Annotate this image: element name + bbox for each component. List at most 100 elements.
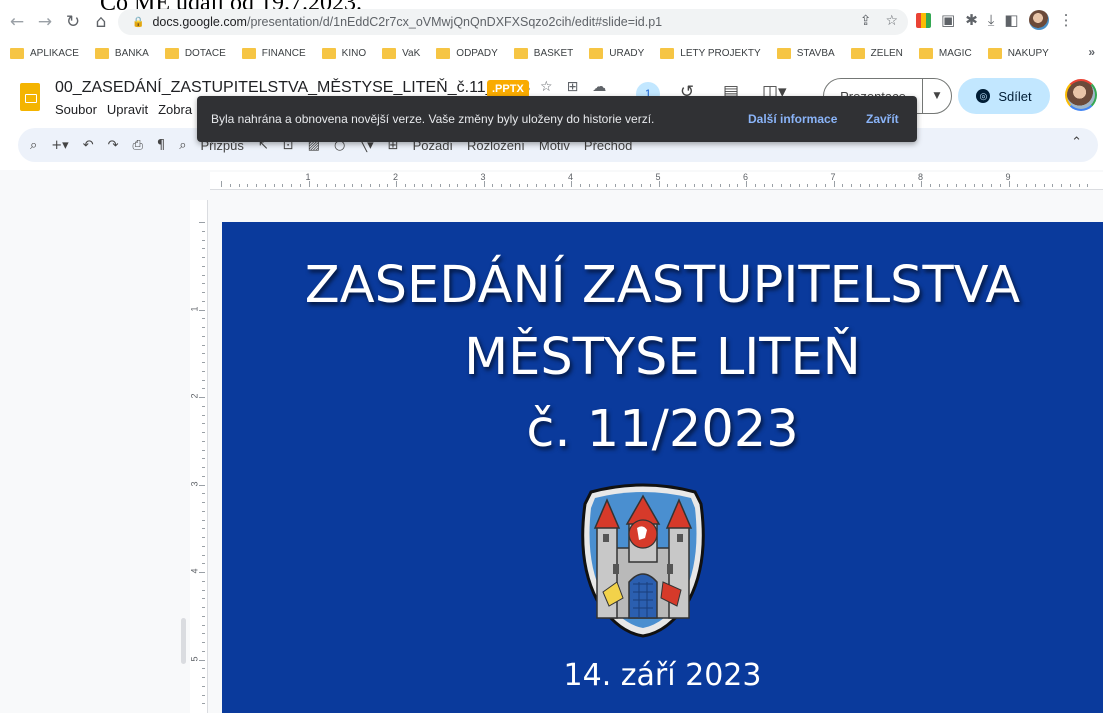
redo-icon[interactable]: ↷ xyxy=(108,138,119,153)
ruler-tick xyxy=(202,528,205,530)
ruler-number: 5 xyxy=(655,172,661,182)
ruler-tick xyxy=(202,633,205,635)
bookmark-folder[interactable]: MAGIC xyxy=(918,47,972,59)
notification-message: Byla nahrána a obnovena novější verze. V… xyxy=(211,112,655,126)
search-icon[interactable]: ⌕ xyxy=(30,138,37,153)
filmstrip-scrollbar[interactable] xyxy=(181,618,186,664)
ruler-tick xyxy=(326,184,327,187)
bookmark-folder[interactable]: FINANCE xyxy=(241,47,306,59)
ruler-tick xyxy=(343,184,345,187)
ruler-tick xyxy=(1087,184,1089,187)
ruler-tick xyxy=(938,184,940,187)
ruler-tick xyxy=(737,184,739,187)
ruler-tick xyxy=(964,184,966,187)
bookmarks-bar: APLIKACE BANKA DOTACE FINANCE KINO VaK ODPADY B… xyxy=(0,43,1103,63)
ruler-tick xyxy=(202,327,205,328)
browser-toolbar: ← → ↻ ⌂ 🔒 docs.google.com/presentation/d… xyxy=(0,7,1103,37)
collapse-toolbar-icon[interactable]: ⌃ xyxy=(1071,135,1082,150)
bookmark-folder[interactable]: BANKA xyxy=(94,47,149,59)
ruler-tick xyxy=(202,598,205,600)
folder-icon xyxy=(850,47,865,59)
bookmark-folder[interactable]: KINO xyxy=(321,47,366,59)
download-icon[interactable]: ⤓ xyxy=(988,11,995,29)
ruler-tick xyxy=(202,362,205,363)
ruler-tick xyxy=(912,184,914,187)
share-button[interactable]: ◎ Sdílet xyxy=(958,78,1050,114)
move-folder-icon[interactable]: ⊞ xyxy=(567,79,579,95)
lock-icon: 🔒 xyxy=(132,16,145,28)
menu-item[interactable]: Zobra xyxy=(158,102,192,117)
share-label: Sdílet xyxy=(998,88,1032,104)
bookmark-folder[interactable]: ZELEN xyxy=(850,47,903,59)
bookmark-folder[interactable]: URADY xyxy=(589,47,644,59)
ruler-number: 9 xyxy=(1005,172,1011,182)
ruler-tick xyxy=(842,184,844,187)
home-icon[interactable]: ⌂ xyxy=(90,11,112,33)
coat-of-arms-image[interactable] xyxy=(577,482,709,638)
slide[interactable]: ZASEDÁNÍ ZASTUPITELSTVA MĚSTYSE LITEŇ č.… xyxy=(222,222,1103,713)
ruler-tick xyxy=(202,318,205,320)
extension-reader-icon[interactable]: ▣ xyxy=(941,11,955,29)
menu-item[interactable]: Upravit xyxy=(107,102,148,117)
ruler-tick xyxy=(579,184,581,187)
ruler-tick xyxy=(202,405,205,407)
bookmark-folder[interactable]: LETY PROJEKTY xyxy=(660,47,761,59)
menu-item[interactable]: Soubor xyxy=(55,102,97,117)
bookmarks-more-icon[interactable]: » xyxy=(1088,45,1095,59)
slides-logo[interactable] xyxy=(20,83,40,111)
print-icon[interactable]: ⎙ xyxy=(133,138,143,153)
ruler-tick xyxy=(1017,184,1019,187)
account-avatar[interactable] xyxy=(1065,79,1097,111)
cloud-status-icon[interactable]: ☁ xyxy=(592,79,606,95)
learn-more-link[interactable]: Další informace xyxy=(748,112,837,126)
bookmark-label: ZELEN xyxy=(870,47,903,59)
zoom-icon[interactable]: ⌕ xyxy=(179,138,186,153)
extensions-puzzle-icon[interactable]: ✱ xyxy=(965,11,978,29)
ruler-tick xyxy=(1043,184,1045,187)
reload-icon[interactable]: ↻ xyxy=(62,11,84,33)
undo-icon[interactable]: ↶ xyxy=(83,138,94,153)
new-slide-icon[interactable]: +▾ xyxy=(51,138,68,153)
ruler-tick xyxy=(202,607,205,608)
bookmark-label: VaK xyxy=(402,47,421,59)
bookmark-star-icon[interactable]: ☆ xyxy=(885,13,898,29)
bookmark-folder[interactable]: DOTACE xyxy=(164,47,226,59)
ruler-tick xyxy=(202,449,205,451)
extension-colorful-icon[interactable] xyxy=(916,12,931,28)
share-page-icon[interactable]: ⇪ xyxy=(860,13,872,29)
dismiss-button[interactable]: Zavřít xyxy=(866,112,899,126)
ruler-tick xyxy=(273,184,275,187)
bookmark-folder[interactable]: NAKUPY xyxy=(987,47,1049,59)
star-icon[interactable]: ☆ xyxy=(540,79,553,95)
back-arrow-icon[interactable]: ← xyxy=(6,11,28,33)
bookmark-folder[interactable]: APLIKACE xyxy=(10,47,79,59)
document-title[interactable]: 00_ZASEDÁNÍ_ZASTUPITELSTVA_MĚSTYSE_LITEŇ… xyxy=(55,79,530,97)
bookmark-folder[interactable]: VaK xyxy=(382,47,421,59)
ruler-tick xyxy=(299,184,301,187)
ruler-tick xyxy=(202,510,205,512)
browser-menu-icon[interactable]: ⋮ xyxy=(1059,11,1074,29)
chevron-down-icon[interactable]: ▼ xyxy=(922,78,952,114)
bookmark-folder[interactable]: STAVBA xyxy=(776,47,835,59)
slide-title[interactable]: ZASEDÁNÍ ZASTUPITELSTVA MĚSTYSE LITEŇ č.… xyxy=(222,250,1103,466)
ruler-tick xyxy=(676,184,677,187)
ruler-tick xyxy=(982,184,984,187)
bookmark-folder[interactable]: ODPADY xyxy=(436,47,498,59)
bookmark-label: ODPADY xyxy=(456,47,498,59)
ruler-tick xyxy=(202,545,205,547)
address-bar[interactable]: 🔒 docs.google.com/presentation/d/1nEddC2… xyxy=(118,9,908,35)
slide-date[interactable]: 14. září 2023 xyxy=(222,658,1103,693)
side-panel-icon[interactable]: ◧ xyxy=(1004,11,1018,29)
paint-format-icon[interactable]: ¶ xyxy=(157,138,165,153)
bookmark-folder[interactable]: BASKET xyxy=(513,47,573,59)
extensions-area: ▣ ✱ ⤓ ◧ ⋮ xyxy=(916,10,1074,30)
ruler-tick xyxy=(202,423,205,425)
bookmark-label: MAGIC xyxy=(938,47,972,59)
ruler-tick xyxy=(282,184,284,187)
ruler-number: 3 xyxy=(480,172,486,182)
bookmark-label: NAKUPY xyxy=(1007,47,1049,59)
forward-arrow-icon[interactable]: → xyxy=(34,11,56,33)
folder-icon xyxy=(321,47,336,59)
profile-avatar[interactable] xyxy=(1028,10,1049,30)
ruler-tick xyxy=(474,184,476,187)
